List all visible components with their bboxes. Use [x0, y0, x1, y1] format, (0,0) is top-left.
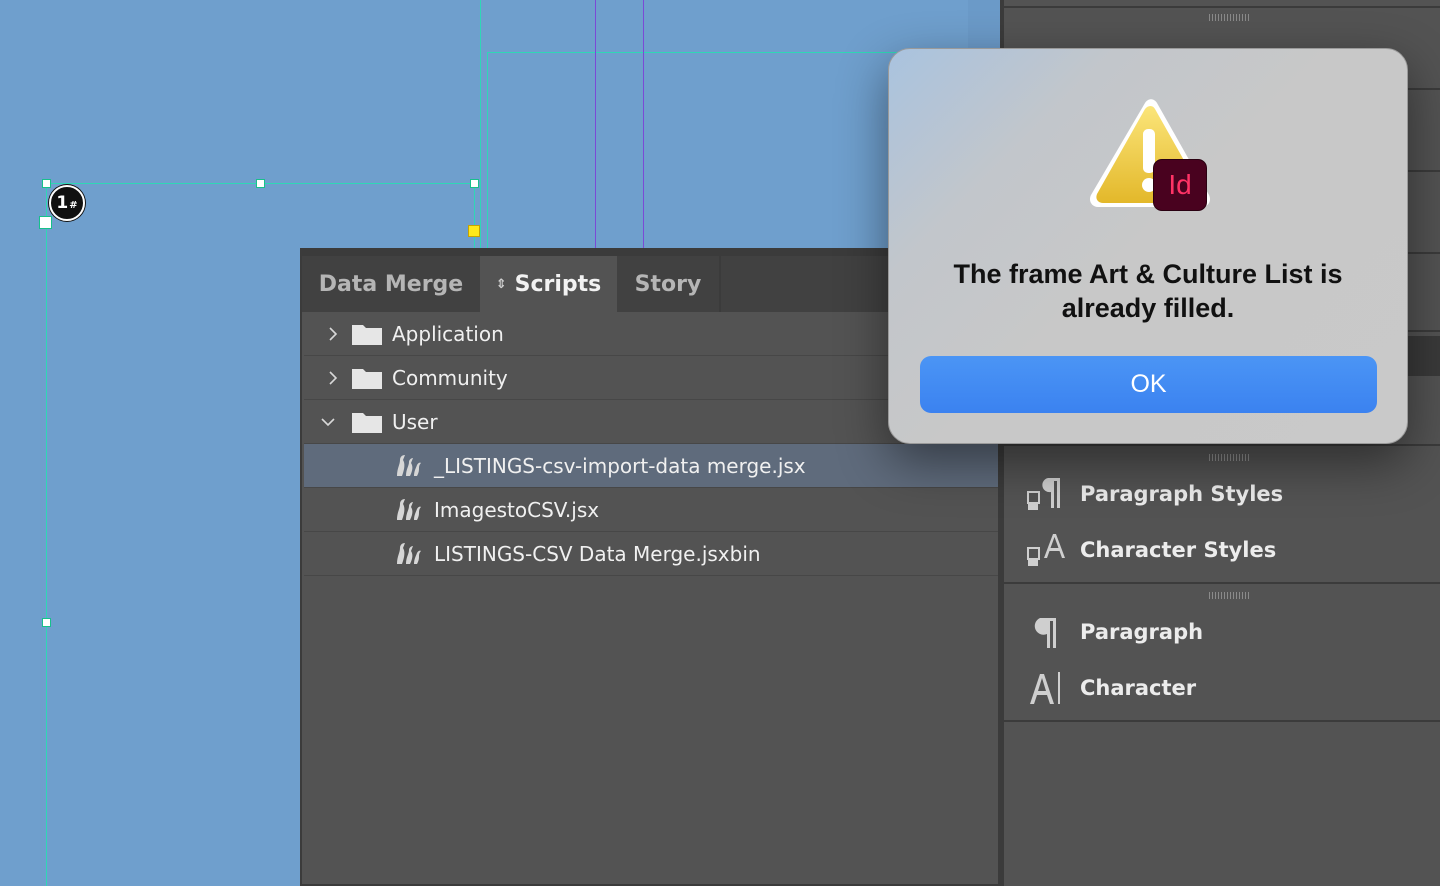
character-styles-icon — [1026, 530, 1066, 570]
script-icon — [397, 454, 421, 476]
indesign-badge: Id — [1153, 159, 1207, 211]
dock-grip[interactable] — [1209, 454, 1249, 461]
ok-button[interactable]: OK — [920, 356, 1377, 413]
paragraph-styles-icon — [1026, 474, 1066, 514]
dock-item-label: Paragraph — [1080, 620, 1204, 644]
column-guide — [595, 0, 596, 248]
dock-grip[interactable] — [1209, 14, 1249, 21]
frame-edge-right — [474, 183, 475, 248]
indesign-badge-text: Id — [1168, 169, 1192, 200]
tree-row-label: ImagestoCSV.jsx — [434, 497, 600, 522]
tab-reorder-icon: ⇕ — [495, 276, 507, 292]
warning-icon: Id — [1087, 97, 1211, 213]
dock-item-paragraph-styles[interactable]: Paragraph Styles — [1026, 474, 1283, 514]
folder-icon — [352, 368, 382, 389]
tree-row-label: User — [392, 409, 438, 434]
dock-divider — [1004, 6, 1440, 8]
frame-number-badge[interactable]: 1 # — [49, 185, 85, 221]
tree-script-listings-jsxbin[interactable]: LISTINGS-CSV Data Merge.jsxbin — [304, 532, 998, 576]
guide-line — [480, 0, 481, 248]
frame-edge-left — [46, 183, 47, 886]
dock-grip[interactable] — [1209, 592, 1249, 599]
tree-row-label: _LISTINGS-csv-import-data merge.jsx — [434, 453, 806, 478]
dock-item-label: Paragraph Styles — [1080, 482, 1284, 506]
chevron-right-icon[interactable] — [326, 326, 340, 341]
dock-divider — [1004, 720, 1440, 722]
alert-message: The frame Art & Culture List is already … — [953, 259, 1343, 323]
character-icon — [1026, 668, 1066, 708]
frame-number: 1 — [56, 193, 69, 213]
tab-label: Data Merge — [318, 271, 464, 297]
tree-row-label: Community — [392, 365, 508, 390]
tree-row-label: LISTINGS-CSV Data Merge.jsxbin — [434, 541, 761, 566]
dock-item-label: Character Styles — [1080, 538, 1277, 562]
dock-item-character-styles[interactable]: Character Styles — [1026, 530, 1276, 570]
frame-number-suffix: # — [69, 199, 78, 211]
column-guide — [643, 0, 644, 248]
paragraph-icon — [1026, 612, 1066, 652]
tree-script-listings-import[interactable]: _LISTINGS-csv-import-data merge.jsx — [304, 444, 998, 488]
dock-selected-strip — [1404, 336, 1440, 376]
frame-handle[interactable] — [42, 618, 51, 627]
chevron-right-icon[interactable] — [326, 370, 340, 385]
dock-divider — [1004, 444, 1440, 446]
tab-label: Story — [634, 271, 702, 297]
dock-item-character[interactable]: Character — [1026, 668, 1196, 708]
dock-item-label: Character — [1080, 676, 1197, 700]
guide-line — [487, 52, 488, 248]
tab-data-merge[interactable]: Data Merge — [302, 256, 480, 312]
tab-label: Scripts — [514, 271, 602, 297]
script-icon — [397, 542, 421, 564]
alert-dialog: Id The frame Art & Culture List is alrea… — [888, 48, 1408, 444]
tab-story[interactable]: Story — [617, 256, 721, 312]
folder-icon — [352, 324, 382, 345]
chevron-down-icon[interactable] — [321, 415, 335, 429]
tab-scripts[interactable]: ⇕ Scripts — [480, 256, 617, 312]
dock-divider — [1004, 582, 1440, 584]
frame-handle[interactable] — [42, 179, 51, 188]
script-icon — [397, 498, 421, 520]
folder-icon — [352, 412, 382, 433]
dock-item-paragraph[interactable]: Paragraph — [1026, 612, 1203, 652]
frame-handle[interactable] — [470, 179, 479, 188]
frame-outport[interactable] — [468, 225, 480, 237]
tree-row-label: Application — [392, 321, 504, 346]
tree-script-imagestocsv[interactable]: ImagestoCSV.jsx — [304, 488, 998, 532]
frame-handle[interactable] — [256, 179, 265, 188]
frame-inport[interactable] — [39, 216, 52, 229]
